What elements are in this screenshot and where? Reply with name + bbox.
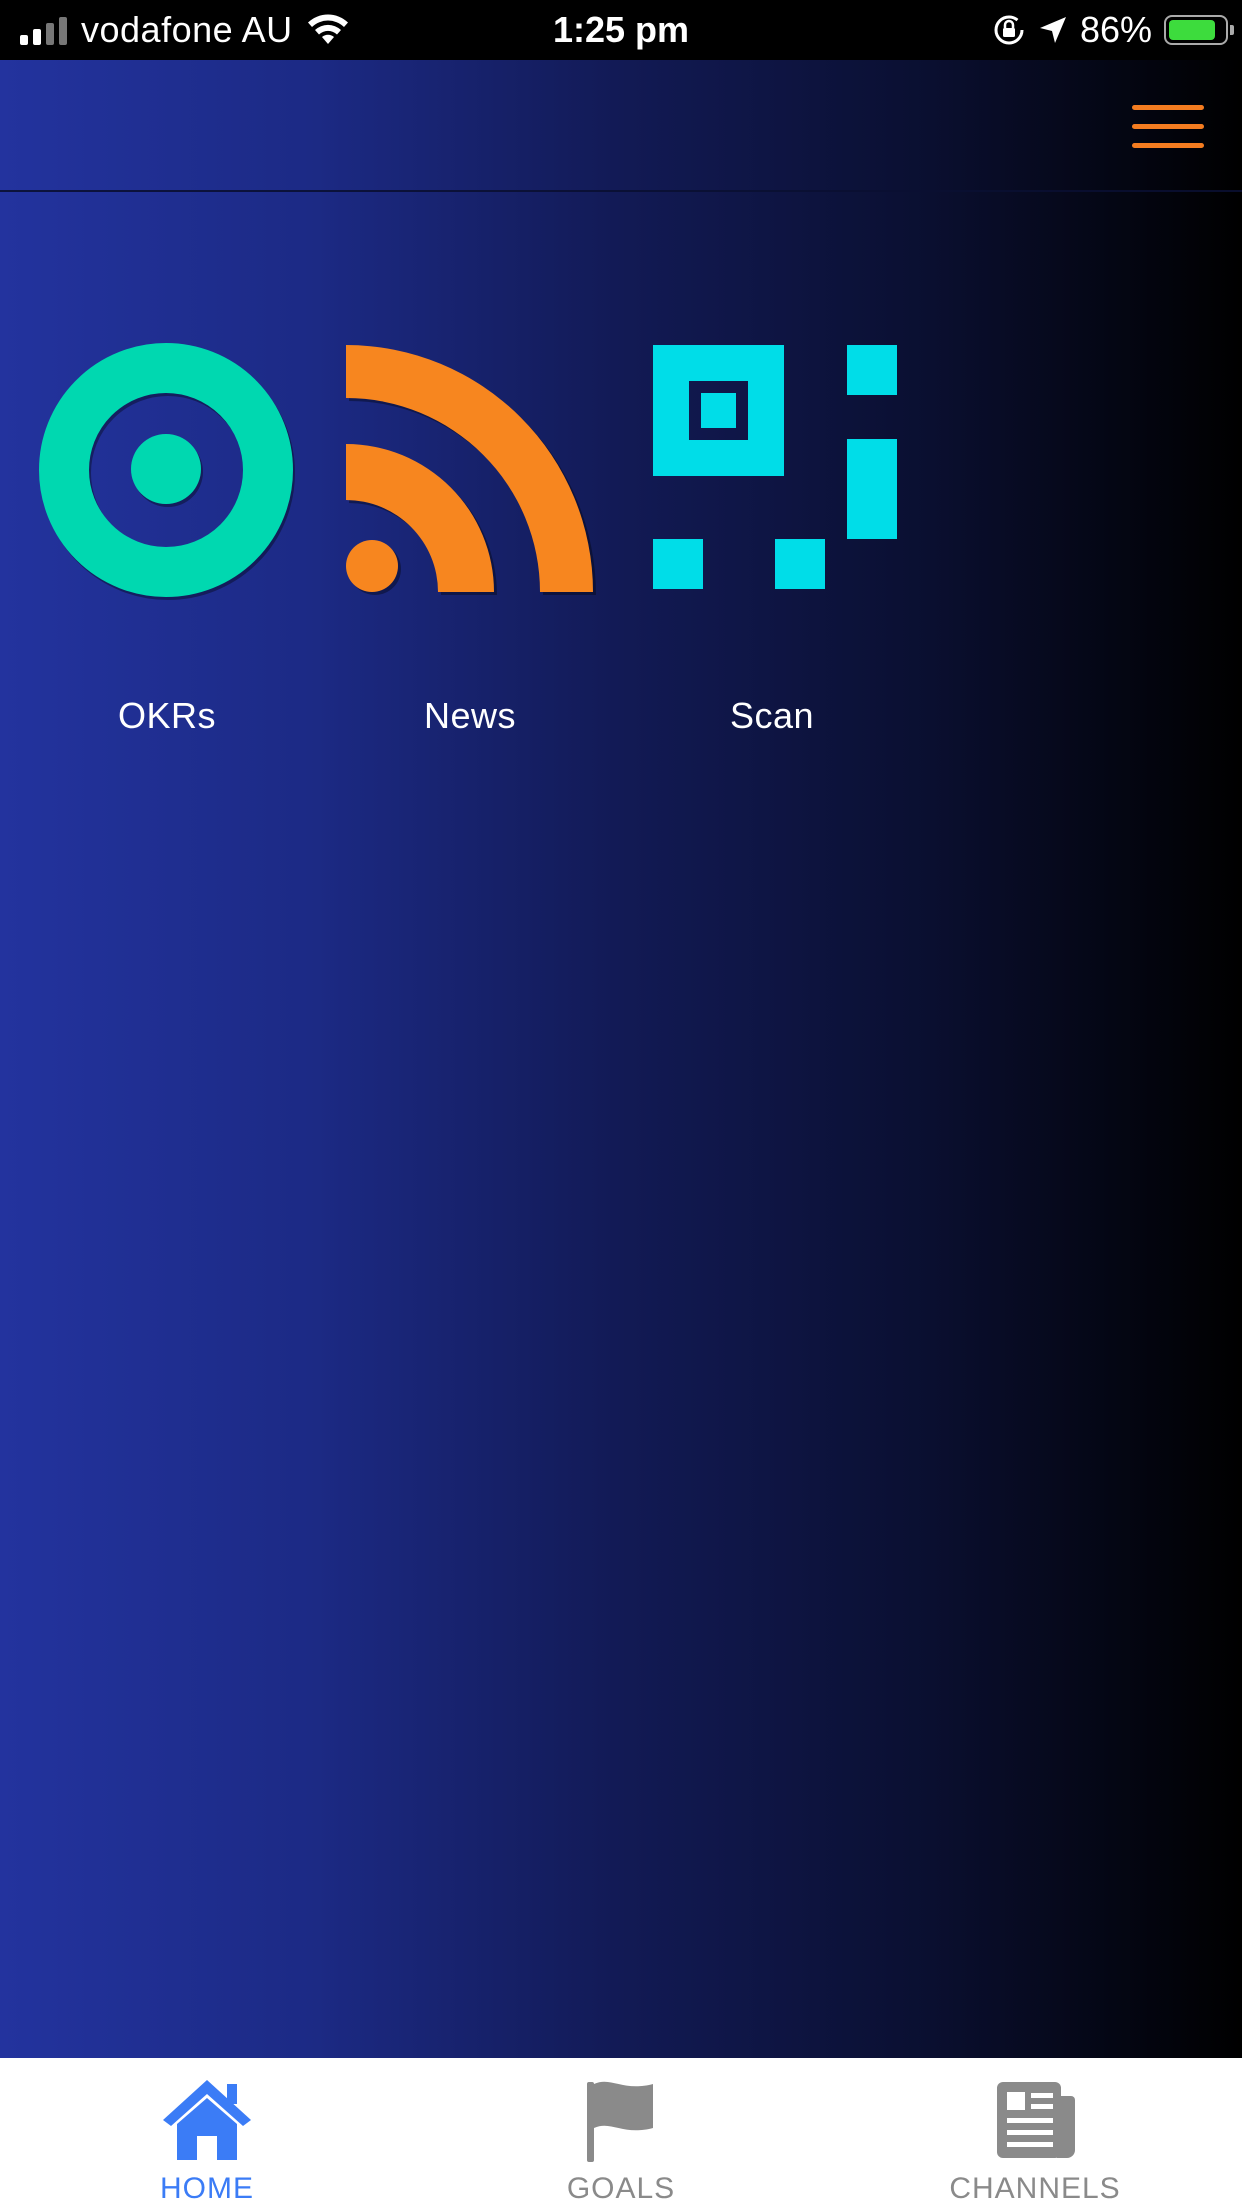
tile-scan[interactable]: Scan bbox=[642, 340, 902, 736]
rss-feed-icon bbox=[346, 345, 596, 595]
location-arrow-icon bbox=[1039, 17, 1066, 43]
status-bar: vodafone AU 1:25 pm 86% bbox=[0, 0, 1242, 60]
tile-okrs[interactable]: OKRs bbox=[37, 340, 297, 736]
menu-button[interactable] bbox=[1132, 105, 1204, 149]
status-right: 86% bbox=[992, 0, 1234, 60]
tab-channels[interactable]: CHANNELS bbox=[885, 2058, 1185, 2208]
flag-icon bbox=[587, 2081, 653, 2162]
battery-icon bbox=[1164, 15, 1234, 45]
tab-label: GOALS bbox=[566, 2172, 676, 2205]
orientation-lock-icon bbox=[994, 15, 1024, 45]
tile-label: OKRs bbox=[117, 695, 216, 736]
tab-home[interactable]: HOME bbox=[57, 2058, 357, 2208]
tile-news[interactable]: News bbox=[340, 340, 600, 736]
hamburger-menu-icon bbox=[1132, 105, 1204, 110]
tile-label: Scan bbox=[729, 695, 815, 736]
bottom-tab-bar: HOME GOALS CHANNELS bbox=[0, 2058, 1242, 2208]
target-icon bbox=[39, 343, 295, 600]
qr-code-icon bbox=[653, 345, 897, 589]
home-icon bbox=[163, 2080, 251, 2160]
battery-percentage: 86% bbox=[1079, 9, 1152, 50]
tile-label: News bbox=[423, 695, 517, 736]
top-header bbox=[0, 60, 1242, 192]
newspaper-icon bbox=[997, 2082, 1075, 2158]
tab-label: CHANNELS bbox=[949, 2172, 1121, 2205]
tab-label: HOME bbox=[160, 2172, 254, 2205]
tab-goals[interactable]: GOALS bbox=[471, 2058, 771, 2208]
app-screen: vodafone AU 1:25 pm 86% OKRs News Scan H… bbox=[0, 0, 1242, 2208]
home-content: OKRs News Scan bbox=[0, 60, 1242, 2058]
